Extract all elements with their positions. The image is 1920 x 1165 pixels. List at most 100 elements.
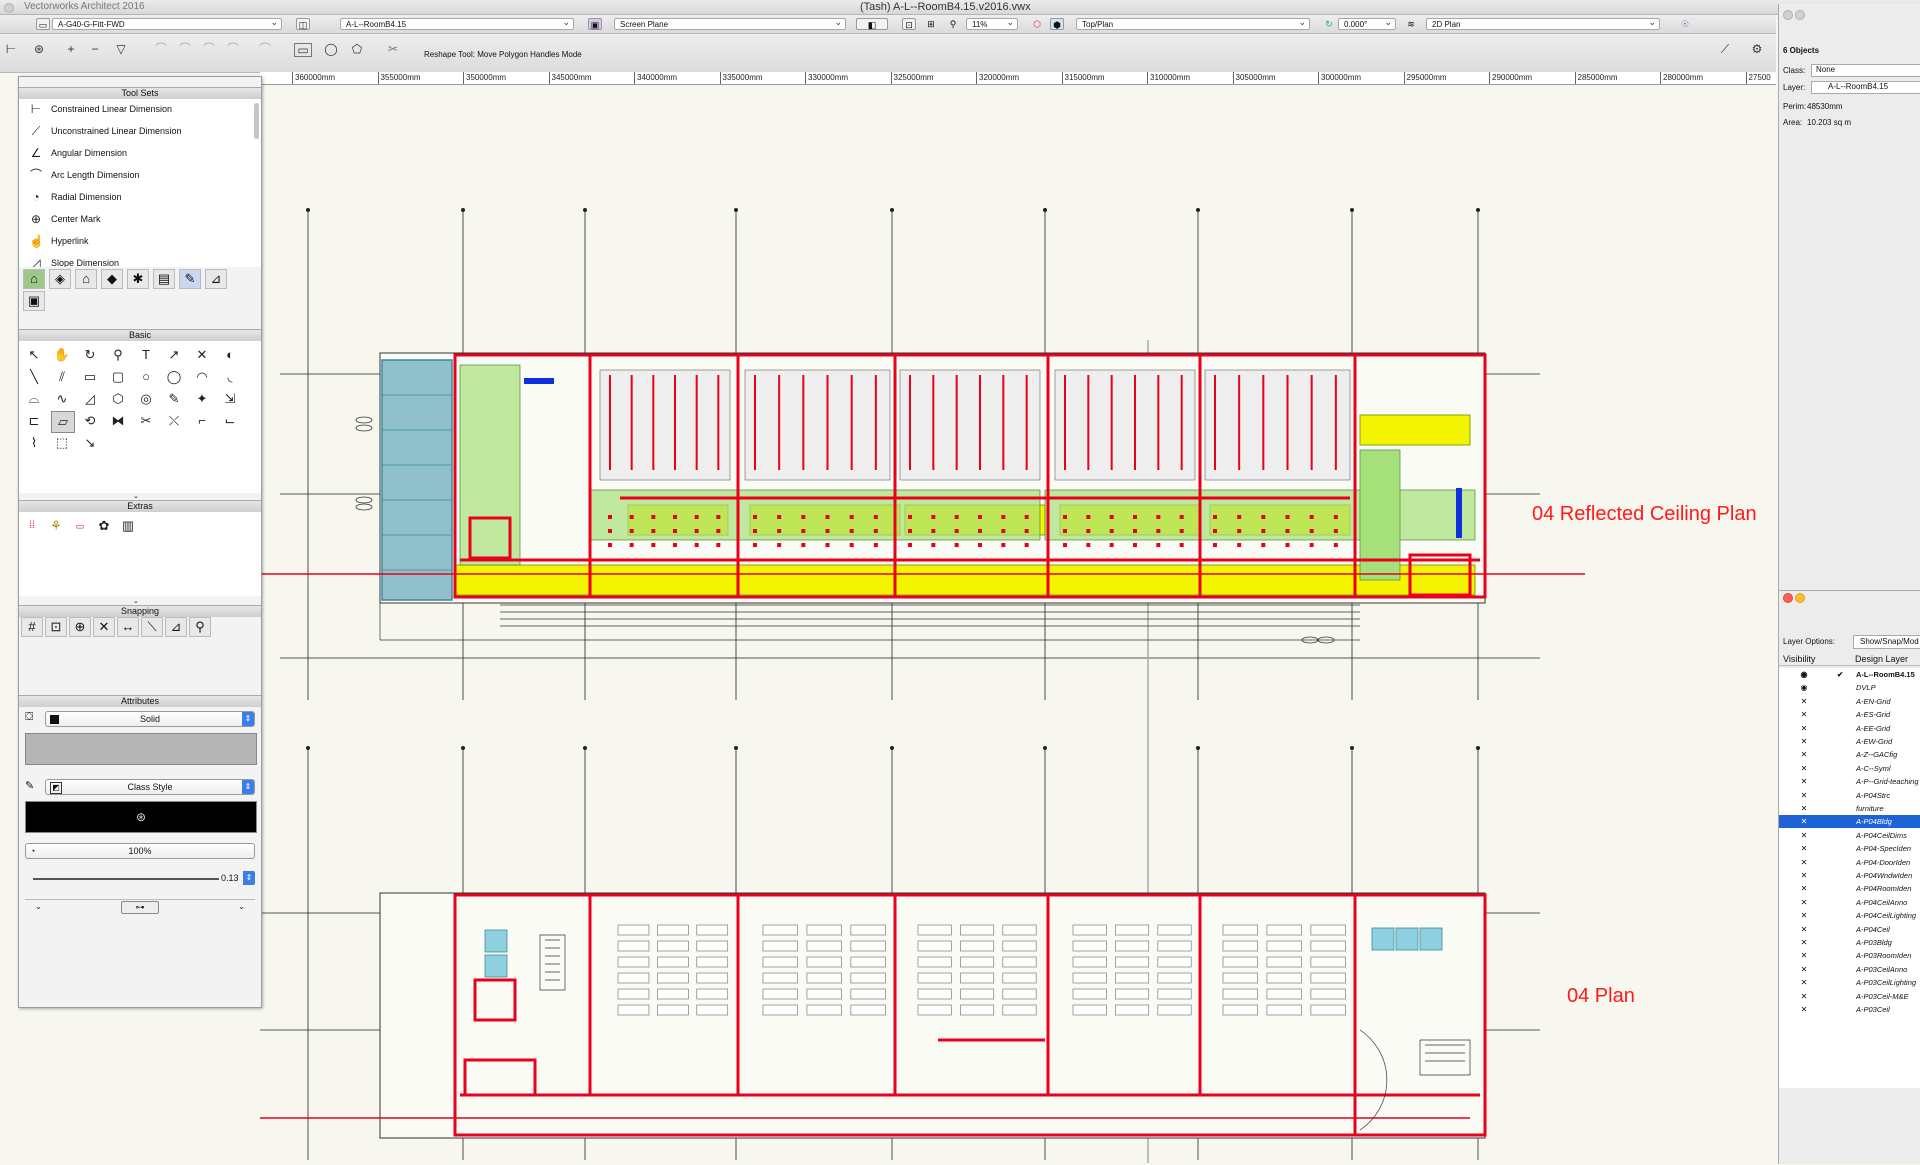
layer-row[interactable]: ✕ A-EN-Grid: [1779, 695, 1920, 708]
class-icon[interactable]: ▭: [36, 18, 50, 30]
lighting-options-icon[interactable]: ☉: [1676, 18, 1694, 30]
oval-tool-icon[interactable]: ◯: [163, 367, 185, 387]
rounded-rect-tool-icon[interactable]: ▢: [107, 367, 129, 387]
layer-row[interactable]: ✕ A-P04CeilLighting: [1779, 909, 1920, 922]
text-tool-icon[interactable]: T: [135, 345, 157, 365]
layer-row[interactable]: ✕ A-P04CeilAnno: [1779, 896, 1920, 909]
visualization-tool-icon[interactable]: ◐: [219, 345, 241, 365]
line-weight-slider[interactable]: [33, 878, 219, 880]
tool-radial-dim[interactable]: ◔ Radial Dimension: [27, 187, 121, 207]
snap-edge-icon[interactable]: ⟍: [141, 617, 163, 637]
fillet-tool-icon[interactable]: ⌐: [191, 411, 213, 431]
arc-vertex-icon[interactable]: ⌒: [224, 41, 242, 57]
layer-row[interactable]: ✕ A-P04-SpecIden: [1779, 842, 1920, 855]
snap-icon[interactable]: ⟋: [1716, 41, 1734, 57]
offset-tool-icon[interactable]: ⊏: [23, 411, 45, 431]
rotate-plan-icon[interactable]: ↻: [1322, 18, 1336, 30]
interiors-set-icon[interactable]: ⌂: [75, 269, 97, 289]
move-by-points-tool-icon[interactable]: ⇲: [219, 389, 241, 409]
working-plane-icon[interactable]: ▣: [588, 18, 602, 30]
layer-row[interactable]: ✕ A-P04-DoorIden: [1779, 856, 1920, 869]
class-select[interactable]: A-G40-G-Fitt-FWD: [52, 18, 282, 30]
tool-unconstrained-dim[interactable]: ⟋ Unconstrained Linear Dimension: [27, 121, 182, 141]
hidden-x-icon[interactable]: ✕: [1799, 1003, 1809, 1016]
lasso-marquee-icon[interactable]: ◯: [322, 41, 340, 57]
layer-row[interactable]: ◉ DVLP: [1779, 681, 1920, 694]
snap-distance-icon[interactable]: ↔: [117, 617, 139, 637]
snap-tangent-icon[interactable]: ⊿: [165, 617, 187, 637]
freehand-tool-icon[interactable]: ✎: [163, 389, 185, 409]
worksheet-tool-icon[interactable]: ▥: [117, 516, 139, 536]
cubic-vertex-icon[interactable]: ⌒: [200, 41, 218, 57]
hidden-x-icon[interactable]: ✕: [1799, 842, 1809, 855]
snap-grid-icon[interactable]: #: [21, 617, 43, 637]
obj-layer-select[interactable]: A-L--RoomB4.15: [1811, 81, 1920, 94]
layer-row[interactable]: ✕ A-ES-Grid: [1779, 708, 1920, 721]
flyover-tool-icon[interactable]: ↻: [79, 345, 101, 365]
building-shell-set-icon[interactable]: ◈: [49, 269, 71, 289]
hidden-x-icon[interactable]: ✕: [1799, 722, 1809, 735]
rotate-tool-icon[interactable]: ⟲: [79, 411, 101, 431]
view-select[interactable]: Top/Plan: [1076, 18, 1310, 30]
view-history-button[interactable]: ◧: [856, 18, 888, 30]
hidden-x-icon[interactable]: ✕: [1799, 748, 1809, 761]
hidden-x-icon[interactable]: ✕: [1799, 775, 1809, 788]
title-block-icon[interactable]: ▭: [69, 516, 91, 536]
drag-tool-icon[interactable]: ↘: [79, 433, 101, 453]
layer-row[interactable]: ◉ ✔ A-L--RoomB4.15: [1779, 668, 1920, 681]
layer-row[interactable]: ✕ A-C--Syml: [1779, 762, 1920, 775]
snap-angle-icon[interactable]: ⊕: [69, 617, 91, 637]
hidden-x-icon[interactable]: ✕: [1799, 856, 1809, 869]
design-layer-column-header[interactable]: Design Layer: [1855, 654, 1908, 664]
layer-row[interactable]: ✕ A-P--Grid-teaching: [1779, 775, 1920, 788]
visibility-column-header[interactable]: Visibility: [1783, 654, 1815, 664]
layer-row[interactable]: ✕ A-P04RoomIden: [1779, 882, 1920, 895]
hidden-x-icon[interactable]: ✕: [1799, 976, 1809, 989]
quarter-arc-tool-icon[interactable]: ◟: [219, 367, 241, 387]
tool-hyperlink[interactable]: ☝ Hyperlink: [27, 231, 89, 251]
delete-vertex-icon[interactable]: −: [86, 41, 104, 57]
basic-collapse-icon[interactable]: ⌄: [133, 492, 139, 500]
polyline-tool-icon[interactable]: ∿: [51, 389, 73, 409]
dims-notes-set-icon[interactable]: ✎: [179, 269, 201, 289]
drawing-canvas[interactable]: 04 Reflected Ceiling Plan 04 Plan: [172, 85, 1776, 1163]
layer-select[interactable]: A-L--RoomB4.15: [340, 18, 574, 30]
arc-tool-icon[interactable]: ◠: [191, 367, 213, 387]
connect-tool-icon[interactable]: ⤬: [163, 411, 185, 431]
attribute-mapping-tool-icon[interactable]: ✦: [191, 389, 213, 409]
tool-center-mark[interactable]: ⊕ Center Mark: [27, 209, 101, 229]
polygon-tool-icon[interactable]: ⌓: [23, 389, 45, 409]
pen-style-select[interactable]: ◩ Class Style ⇕: [45, 779, 255, 795]
layer-row[interactable]: ✕ A-P04CeilDims: [1779, 829, 1920, 842]
close-window-button[interactable]: [4, 3, 14, 13]
layer-row[interactable]: ✕ A-EE-Grid: [1779, 722, 1920, 735]
move-handle-icon[interactable]: ⊢: [2, 41, 20, 57]
zoom-fit-icon[interactable]: ⊡: [902, 18, 916, 30]
hidden-x-icon[interactable]: ✕: [1799, 815, 1809, 828]
circle-tool-icon[interactable]: ○: [135, 367, 157, 387]
snap-object-icon[interactable]: ⊡: [45, 617, 67, 637]
layer-row[interactable]: ✕ A-P03CeilAnno: [1779, 963, 1920, 976]
opacity-field[interactable]: ◔ 100%: [25, 843, 255, 859]
hidden-x-icon[interactable]: ✕: [1799, 695, 1809, 708]
hidden-x-icon[interactable]: ✕: [1799, 762, 1809, 775]
obj-minimize-button[interactable]: [1795, 10, 1805, 20]
grid-tool-icon[interactable]: ⁞⁞: [21, 516, 43, 536]
regular-polygon-tool-icon[interactable]: ⬡: [107, 389, 129, 409]
hidden-x-icon[interactable]: ✕: [1799, 869, 1809, 882]
callout-tool-icon[interactable]: ↗: [163, 345, 185, 365]
hidden-x-icon[interactable]: ✕: [1799, 829, 1809, 842]
render-select[interactable]: 2D Plan: [1426, 18, 1660, 30]
selection-tool-icon[interactable]: ↖: [23, 345, 45, 365]
pan-tool-icon[interactable]: ✋: [51, 345, 73, 365]
zoom-icon[interactable]: ⚲: [946, 18, 960, 30]
drawing-area[interactable]: [172, 85, 1776, 1163]
line-tool-icon[interactable]: ╲: [23, 367, 45, 387]
rectangle-marquee-icon[interactable]: ▭: [294, 43, 312, 57]
layer-options-select[interactable]: Show/Snap/Mod: [1853, 635, 1920, 649]
tool-angular-dim[interactable]: ∠ Angular Dimension: [27, 143, 127, 163]
pen-preview[interactable]: ⊛: [25, 801, 257, 833]
obj-close-button[interactable]: [1783, 10, 1793, 20]
tool-preferences-icon[interactable]: ✂: [384, 41, 402, 57]
double-polygon-tool-icon[interactable]: ◿: [79, 389, 101, 409]
